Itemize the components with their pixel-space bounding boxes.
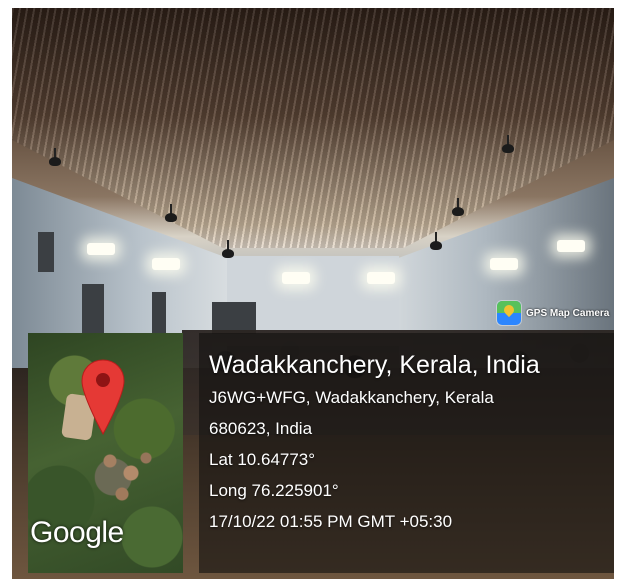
ceiling-fan xyxy=(452,198,464,216)
location-title: Wadakkanchery, Kerala, India xyxy=(209,351,540,379)
address-line-1: J6WG+WFG, Wadakkanchery, Kerala xyxy=(209,388,494,407)
location-details: Wadakkanchery, Kerala, India J6WG+WFG, W… xyxy=(209,348,609,537)
wall-light xyxy=(490,258,518,270)
wall-light xyxy=(367,272,395,284)
google-logo: Google xyxy=(30,516,124,549)
wall-light xyxy=(87,243,115,255)
ceiling-fan xyxy=(502,135,514,153)
timestamp: 17/10/22 01:55 PM GMT +05:30 xyxy=(209,512,453,531)
latitude: Lat 10.64773° xyxy=(209,450,316,469)
wall-light xyxy=(557,240,585,252)
ceiling-fan xyxy=(430,232,442,250)
map-pin-icon xyxy=(81,359,125,436)
ceiling-fan xyxy=(165,204,177,222)
map-buildings xyxy=(98,443,158,503)
map-thumbnail: Google xyxy=(28,333,183,573)
ceiling-fan xyxy=(49,148,61,166)
window xyxy=(152,292,166,334)
longitude: Long 76.225901° xyxy=(209,481,339,500)
window xyxy=(82,284,104,334)
gps-map-camera-icon xyxy=(497,301,521,325)
address-line-2: 680623, India xyxy=(209,419,313,438)
wall-speaker xyxy=(38,232,54,272)
wall-light xyxy=(152,258,180,270)
badge-label: GPS Map Camera xyxy=(526,307,610,319)
gps-map-camera-badge: GPS Map Camera xyxy=(497,298,613,328)
ceiling-fan xyxy=(222,240,234,258)
wall-light xyxy=(282,272,310,284)
